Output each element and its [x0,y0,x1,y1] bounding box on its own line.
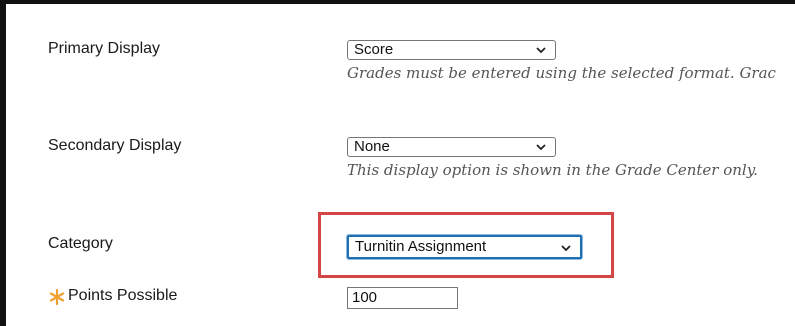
primary-display-value: Score [354,41,394,58]
chevron-down-icon [536,144,546,151]
category-label: Category [48,235,113,252]
points-possible-input[interactable]: 100 [347,287,458,309]
secondary-display-value: None [354,138,390,155]
primary-display-hint: Grades must be entered using the selecte… [347,64,776,82]
grade-settings-panel: Primary Display Score Grades must be ent… [0,0,795,326]
points-possible-label: Points Possible [68,287,178,304]
primary-display-label: Primary Display [48,40,161,57]
category-value: Turnitin Assignment [355,238,487,255]
category-select[interactable]: Turnitin Assignment [347,235,582,259]
secondary-display-label: Secondary Display [48,137,182,154]
secondary-display-hint: This display option is shown in the Grad… [347,161,758,179]
chevron-down-icon [561,245,571,252]
chevron-down-icon [536,47,546,54]
asterisk-icon [49,288,65,306]
primary-display-select[interactable]: Score [347,40,556,60]
secondary-display-select[interactable]: None [347,137,556,157]
